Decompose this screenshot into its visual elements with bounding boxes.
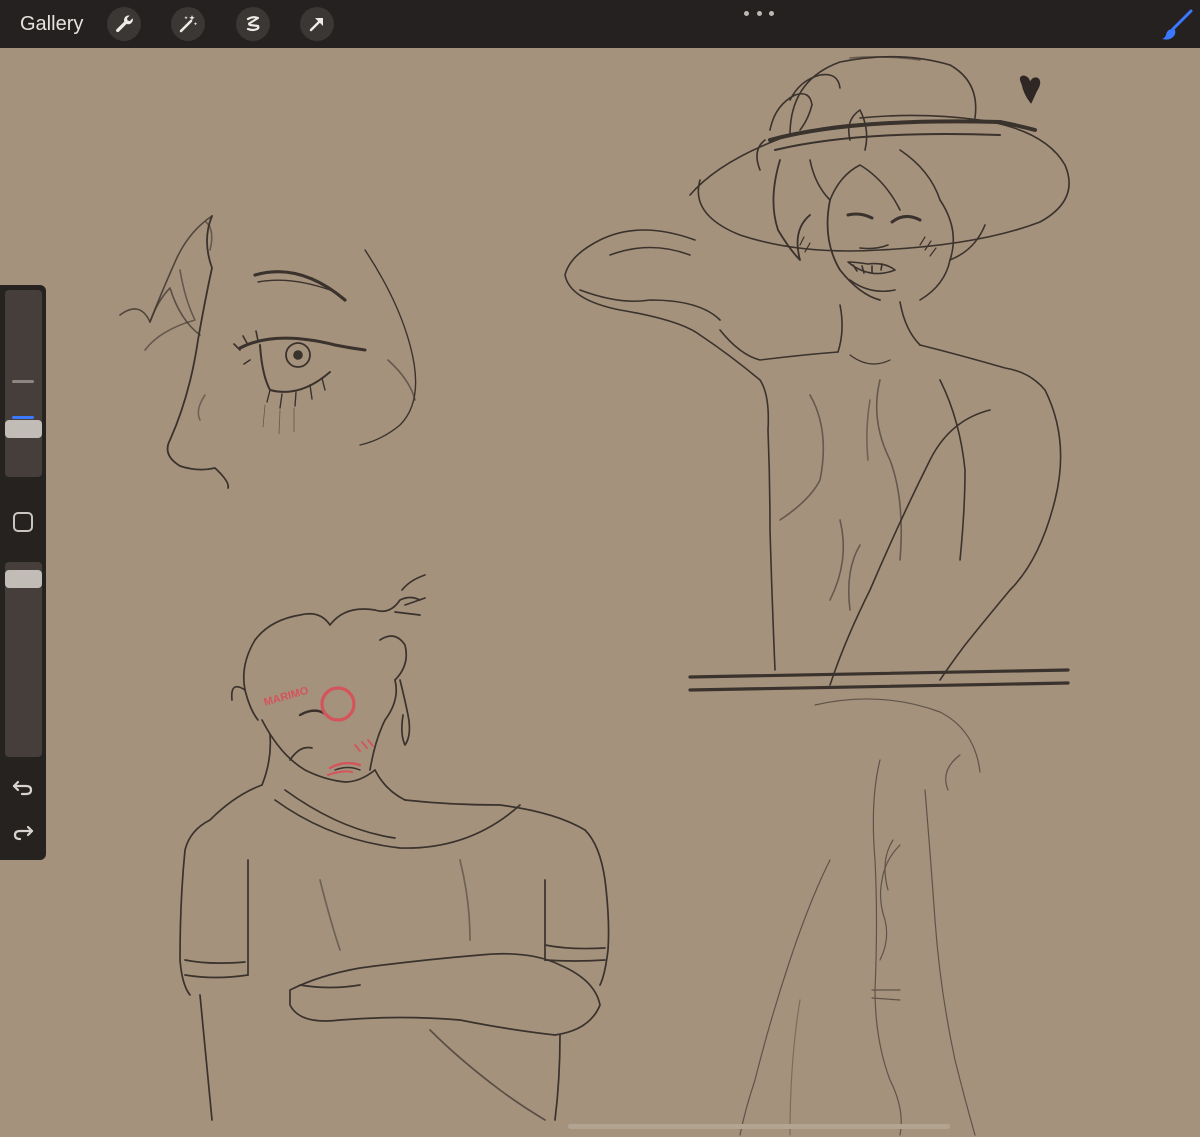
heart-icon	[1019, 75, 1041, 104]
modify-button[interactable]	[13, 512, 33, 532]
redo-button[interactable]	[10, 820, 36, 844]
faint-figure-sketch	[739, 698, 981, 1136]
selection-s-icon	[246, 16, 260, 32]
slider-tick-active	[12, 416, 34, 419]
straw-hat-sketch	[564, 55, 1070, 692]
top-toolbar: Gallery	[0, 0, 1200, 48]
gallery-button[interactable]: Gallery	[20, 11, 83, 37]
procreate-app: Gallery MARIMO	[0, 0, 1200, 1137]
wrench-icon	[116, 15, 133, 33]
sketch-artwork: MARIMO	[119, 55, 1070, 1136]
side-toolbar	[0, 285, 46, 860]
dot	[769, 10, 774, 16]
magic-wand-icon	[179, 15, 198, 33]
undo-button[interactable]	[10, 775, 36, 799]
selection-button[interactable]	[236, 7, 270, 41]
brush-opacity-slider[interactable]	[5, 562, 42, 757]
red-markings	[320, 686, 374, 776]
brush-opacity-knob[interactable]	[5, 570, 42, 588]
redo-arrow-icon	[13, 825, 34, 841]
dot	[756, 10, 762, 16]
home-indicator[interactable]	[568, 1124, 950, 1129]
brush-size-knob[interactable]	[5, 420, 42, 438]
dot	[744, 10, 749, 16]
slider-tick	[12, 380, 34, 383]
arrow-cursor-icon	[309, 18, 323, 32]
brush-tool-button[interactable]	[1160, 8, 1194, 42]
undo-arrow-icon	[12, 780, 33, 796]
adjustments-button[interactable]	[171, 7, 205, 41]
zoro-sketch	[179, 574, 610, 1121]
transform-button[interactable]	[300, 7, 334, 41]
marimo-annotation: MARIMO	[263, 685, 311, 709]
drawing-canvas[interactable]: MARIMO	[0, 48, 1200, 1137]
profile-sketch	[119, 215, 417, 489]
brush-size-slider[interactable]	[5, 290, 42, 477]
more-options-button[interactable]	[744, 4, 774, 22]
brush-icon	[1162, 9, 1193, 40]
actions-button[interactable]	[107, 7, 141, 41]
